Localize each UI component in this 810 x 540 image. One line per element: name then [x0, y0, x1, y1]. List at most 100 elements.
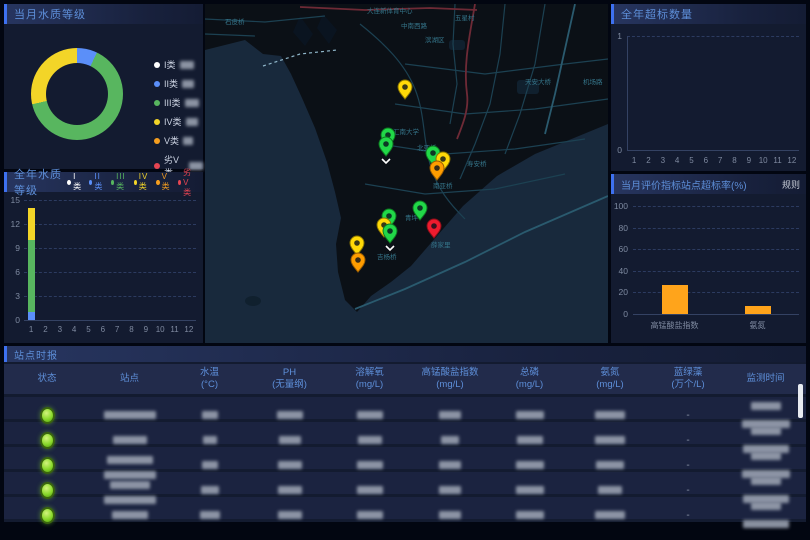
- value-cell: [250, 506, 329, 524]
- status-cell: [4, 432, 90, 449]
- value-cell: [250, 431, 329, 449]
- legend-item[interactable]: IV类: [134, 172, 151, 192]
- x-tick: 4: [72, 325, 76, 334]
- x-tick: 5: [86, 325, 90, 334]
- pin-hole: [430, 150, 436, 156]
- redacted-value: [357, 511, 383, 519]
- y-tick: 60: [611, 245, 628, 254]
- value-cell: [569, 456, 651, 474]
- legend-item[interactable]: I类: [67, 172, 83, 192]
- x-tick: 2: [43, 325, 47, 334]
- panel-month-grade-title-bar: 当月水质等级: [4, 4, 203, 24]
- rules-link[interactable]: 规则: [782, 178, 800, 191]
- legend-label: II类: [94, 172, 105, 192]
- status-dot-normal: [40, 457, 55, 474]
- redacted-station-name: [104, 471, 156, 479]
- pin-hole: [386, 213, 392, 219]
- status-cell: [4, 507, 90, 524]
- redacted-value: [439, 461, 461, 469]
- legend-dot: [111, 180, 114, 185]
- legend-item[interactable]: IV类: [154, 115, 203, 128]
- x-tick: 7: [718, 156, 722, 165]
- panel-annual-exceed: 全年超标数量 01123456789101112: [611, 4, 806, 171]
- map-place-label: 机场路: [583, 77, 603, 86]
- rate-bar[interactable]: [662, 285, 688, 314]
- map-place-label: 中南西路: [401, 21, 428, 30]
- redacted-timestamp: [751, 402, 781, 410]
- redacted-value: [202, 461, 218, 469]
- redacted-timestamp: [751, 452, 781, 460]
- gridline: [627, 150, 799, 151]
- y-tick: 0: [611, 310, 628, 319]
- map-place-label: 南亚桥: [433, 181, 453, 190]
- status-dot-normal: [40, 407, 55, 424]
- redacted-timestamp: [743, 520, 789, 528]
- x-category-label: 氨氮: [750, 320, 766, 331]
- redacted-value: [598, 486, 622, 494]
- redacted-value: [357, 461, 383, 469]
- table-row[interactable]: -: [4, 422, 806, 444]
- redacted-value: [441, 436, 459, 444]
- legend-item[interactable]: III类: [111, 172, 128, 192]
- y-tick: 0: [4, 316, 20, 325]
- value-cell: [410, 506, 490, 524]
- column-header: 状态: [4, 373, 90, 385]
- stacked-bar-segment[interactable]: [28, 240, 35, 312]
- value-cell: [329, 456, 410, 474]
- rate-bar[interactable]: [745, 306, 771, 314]
- legend-dot: [154, 119, 160, 125]
- legend-label: IV类: [139, 172, 150, 192]
- month-grade-donut[interactable]: [31, 48, 123, 140]
- value-cell: [410, 406, 490, 424]
- value-cell: [250, 406, 329, 424]
- legend-dot: [178, 180, 181, 185]
- redacted-value: [439, 486, 461, 494]
- status-dot-normal: [40, 432, 55, 449]
- x-tick: 12: [787, 156, 796, 165]
- column-header: 总磷(mg/L): [490, 367, 569, 392]
- algae-cell: -: [651, 460, 725, 471]
- stacked-bar-segment[interactable]: [28, 208, 35, 240]
- month-rate-chart-area[interactable]: 020406080100高锰酸盐指数氨氮: [611, 194, 806, 343]
- redacted-station-name: [104, 411, 156, 419]
- y-tick: 3: [4, 292, 20, 301]
- x-tick: 10: [156, 325, 165, 334]
- legend-dot: [89, 180, 92, 185]
- annual-exceed-chart-area[interactable]: 01123456789101112: [611, 24, 806, 171]
- panel-station-table: 站点时报 状态站点水温(°C)PH(无量纲)溶解氧(mg/L)高锰酸盐指数(mg…: [4, 346, 806, 522]
- legend-dot: [156, 180, 159, 185]
- value-cell: [329, 481, 410, 499]
- legend-dot: [154, 62, 160, 68]
- x-tick: 8: [732, 156, 736, 165]
- station-map[interactable]: 石皮桥大连新体育中心中南西路五星村滨湖区天安大桥机场路汇南大学北亚桥寿安桥南亚桥…: [205, 4, 608, 343]
- value-cell: [569, 506, 651, 524]
- legend-item[interactable]: V类: [154, 134, 203, 147]
- gridline: [24, 296, 196, 297]
- value-cell: [169, 481, 250, 499]
- table-row[interactable]: -: [4, 447, 806, 469]
- gridline: [627, 36, 799, 37]
- y-tick: 12: [4, 220, 20, 229]
- legend-item[interactable]: II类: [154, 77, 203, 90]
- value-cell: [569, 406, 651, 424]
- annual-grade-chart-area[interactable]: 03691215123456789101112: [4, 192, 203, 343]
- redacted-value: [516, 511, 544, 519]
- table-scrollbar[interactable]: [798, 384, 803, 418]
- legend-label: II类: [164, 77, 178, 90]
- redacted-value: [357, 411, 383, 419]
- legend-item[interactable]: V类: [156, 172, 172, 192]
- panel-annual-exceed-title-bar: 全年超标数量: [611, 4, 806, 24]
- legend-item[interactable]: I类: [154, 58, 203, 71]
- redacted-value: [201, 486, 219, 494]
- status-dot-normal: [40, 482, 55, 499]
- stacked-bar-segment[interactable]: [28, 312, 35, 320]
- table-row[interactable]: -: [4, 397, 806, 419]
- algae-cell: -: [651, 410, 725, 421]
- x-tick: 11: [773, 156, 781, 165]
- panel-month-grade: 当月水质等级 I类II类III类IV类V类劣V类: [4, 4, 203, 169]
- x-tick: 10: [759, 156, 768, 165]
- legend-item[interactable]: II类: [89, 172, 105, 192]
- station-cell: [90, 406, 169, 424]
- legend-item[interactable]: III类: [154, 96, 203, 109]
- month-grade-chart-area[interactable]: I类II类III类IV类V类劣V类: [4, 24, 203, 169]
